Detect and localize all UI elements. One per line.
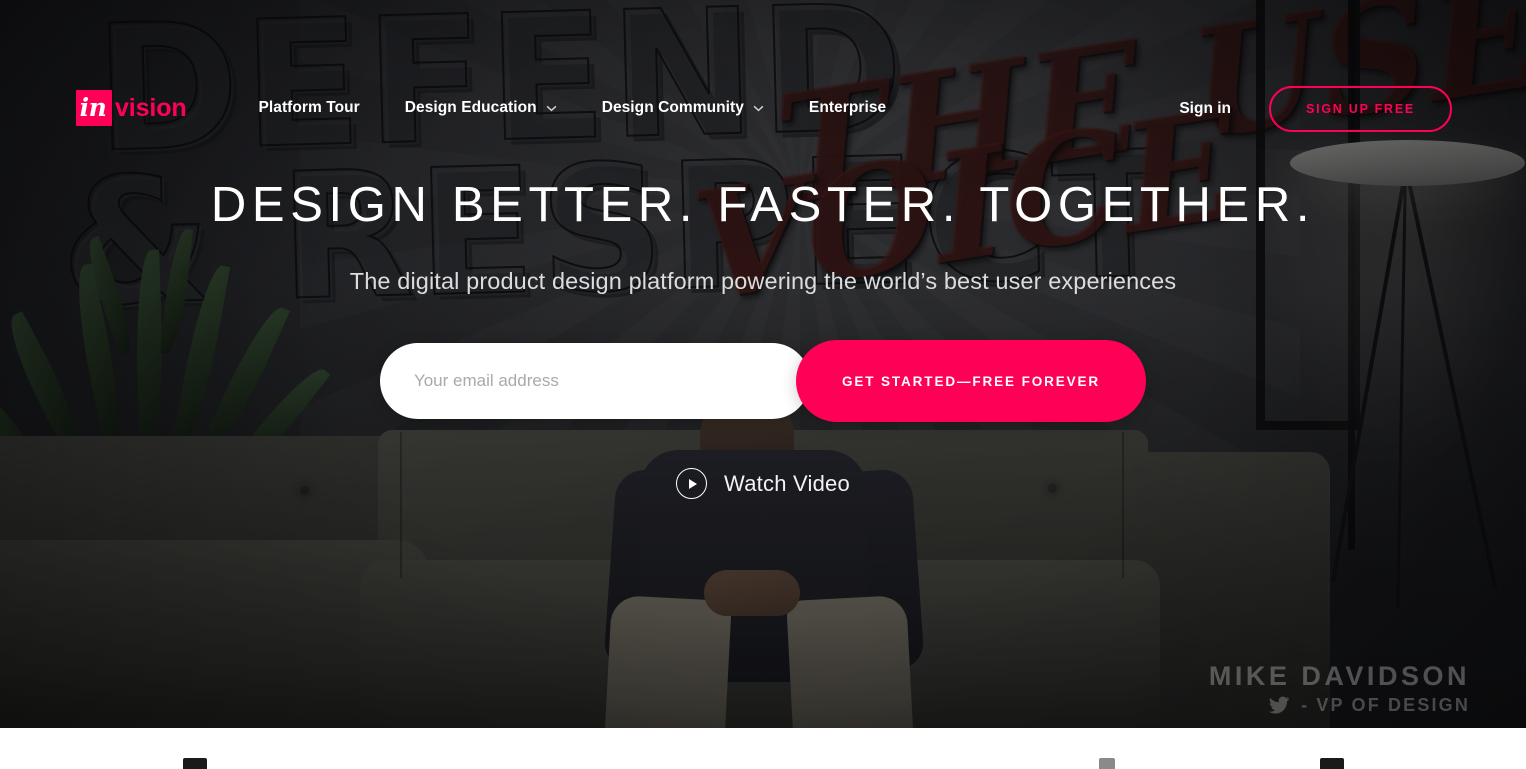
nav-item-label: Design Community	[601, 99, 744, 116]
logo-strip-section	[0, 728, 1526, 769]
nav-item-design-community[interactable]: Design Community	[602, 99, 764, 117]
nav-item-platform-tour[interactable]: Platform Tour	[259, 99, 360, 117]
nav-item-label: Design Education	[404, 99, 537, 116]
client-logo	[182, 758, 207, 769]
watch-video-label: Watch Video	[724, 470, 850, 496]
watch-video-button[interactable]: Watch Video	[676, 468, 850, 500]
sign-up-free-button[interactable]: SIGN UP FREE	[1269, 86, 1452, 132]
hero-signup-form: GET STARTED—FREE FOREVER	[0, 340, 1526, 423]
client-logo-strip	[0, 758, 1526, 769]
client-logo	[1098, 758, 1115, 769]
chevron-down-icon	[753, 105, 764, 111]
client-logo	[1319, 758, 1344, 769]
logo-mark-icon: in	[76, 90, 112, 126]
get-started-button[interactable]: GET STARTED—FREE FOREVER	[795, 340, 1147, 423]
sign-in-link[interactable]: Sign in	[1179, 100, 1231, 118]
nav-links: Platform Tour Design Education Design Co…	[259, 99, 887, 117]
invision-logo[interactable]: in vision	[76, 86, 187, 130]
main-navigation: in vision Platform Tour Design Education…	[0, 0, 1526, 186]
nav-item-label: Enterprise	[808, 99, 887, 116]
nav-item-enterprise[interactable]: Enterprise	[809, 99, 886, 117]
email-input[interactable]	[379, 343, 810, 420]
logo-wordmark: vision	[115, 93, 187, 122]
nav-item-label: Platform Tour	[258, 99, 360, 116]
play-circle-icon	[676, 468, 708, 500]
hero-section: DEFEND & RESPECT THE USER’S VOICE	[0, 0, 1526, 728]
chevron-down-icon	[546, 105, 557, 111]
hero-subheadline: The digital product design platform powe…	[349, 268, 1177, 295]
logo-mark-text: in	[79, 92, 107, 122]
hero-headline: DESIGN BETTER. FASTER. TOGETHER.	[210, 178, 1316, 232]
nav-item-design-education[interactable]: Design Education	[405, 99, 557, 117]
